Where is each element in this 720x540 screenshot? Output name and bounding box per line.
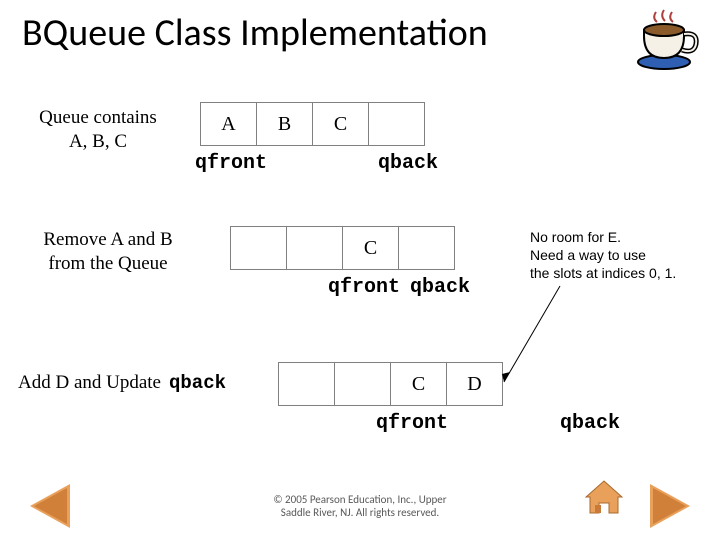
- row3-cell-1: [334, 362, 390, 406]
- row1-label-line1: Queue contains: [18, 106, 178, 130]
- row1-cell-0: A: [200, 102, 256, 146]
- teacup-icon: [632, 6, 702, 79]
- home-slide-button[interactable]: [583, 479, 625, 522]
- row2-cell-0: [230, 226, 286, 270]
- row3-array: C D: [278, 362, 503, 406]
- next-slide-button[interactable]: [650, 484, 690, 528]
- row3-label-text: Add D and Update: [18, 372, 161, 393]
- row3-cell-0: [278, 362, 334, 406]
- row3-cell-2: C: [390, 362, 446, 406]
- row2-qfront-label: qfront: [328, 276, 400, 299]
- annotation-text: No room for E. Need a way to use the slo…: [530, 228, 715, 283]
- row1-qback-label: qback: [378, 152, 438, 175]
- row2-qback-label: qback: [410, 276, 470, 299]
- row2-cell-1: [286, 226, 342, 270]
- page-title: BQueue Class Implementation: [22, 10, 488, 56]
- prev-slide-button[interactable]: [30, 484, 70, 528]
- row1-label-line2: A, B, C: [18, 130, 178, 154]
- row1-label: Queue contains A, B, C: [18, 106, 178, 154]
- row1-cell-2: C: [312, 102, 368, 146]
- row3-label: Add D and Update qback: [18, 372, 226, 394]
- row1-cell-1: B: [256, 102, 312, 146]
- row1-cell-3: [368, 102, 425, 146]
- row2-label: Remove A and B from the Queue: [18, 228, 198, 276]
- row3-qback-label: qback: [560, 412, 620, 435]
- annotation-line3: the slots at indices 0, 1.: [530, 264, 715, 282]
- annotation-line1: No room for E.: [530, 228, 715, 246]
- row2-label-line2: from the Queue: [18, 252, 198, 276]
- annotation-line2: Need a way to use: [530, 246, 715, 264]
- row1-qfront-label: qfront: [195, 152, 267, 175]
- row1-array: A B C: [200, 102, 425, 146]
- row2-array: C: [230, 226, 455, 270]
- row2-cell-3: [398, 226, 455, 270]
- row3-label-mono: qback: [169, 372, 226, 394]
- row2-label-line1: Remove A and B: [18, 228, 198, 252]
- row3-qfront-label: qfront: [376, 412, 448, 435]
- row3-cell-3: D: [446, 362, 503, 406]
- row2-cell-2: C: [342, 226, 398, 270]
